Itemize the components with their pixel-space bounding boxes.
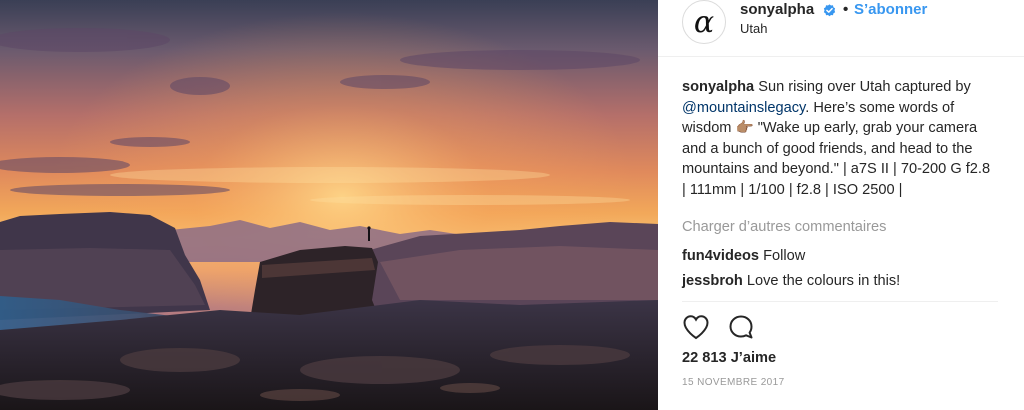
comment-username[interactable]: jessbroh xyxy=(682,273,743,289)
heart-icon[interactable] xyxy=(682,314,710,345)
comment-username[interactable]: fun4videos xyxy=(682,248,759,264)
comment-item: fun4videos Follow xyxy=(682,248,805,264)
verified-badge-icon xyxy=(823,4,836,22)
load-more-comments-button[interactable]: Charger d’autres commentaires xyxy=(682,219,886,235)
follow-button[interactable]: S’abonner xyxy=(854,1,927,18)
sunrise-landscape-image xyxy=(0,0,658,410)
post-caption: sonyalpha Sun rising over Utah captured … xyxy=(682,77,992,200)
caption-text: Sun rising over Utah captured by xyxy=(754,79,971,95)
comment-item: jessbroh Love the colours in this! xyxy=(682,273,900,289)
likes-count[interactable]: 22 813 J’aime xyxy=(682,350,776,366)
avatar[interactable]: α xyxy=(682,0,726,44)
comment-text: Love the colours in this! xyxy=(742,273,901,289)
header-separator: • xyxy=(843,1,849,18)
comment-icon[interactable] xyxy=(728,314,754,345)
comment-text: Follow xyxy=(759,248,806,264)
post-photo[interactable] xyxy=(0,0,658,410)
header-username[interactable]: sonyalpha xyxy=(740,1,814,18)
post-date[interactable]: 15 NOVEMBRE 2017 xyxy=(682,377,785,388)
post-header: α sonyalpha • S’abonner Utah xyxy=(658,0,1024,57)
divider xyxy=(682,301,998,302)
post-sidebar: α sonyalpha • S’abonner Utah sonyalpha S… xyxy=(658,0,1024,410)
caption-username[interactable]: sonyalpha xyxy=(682,79,754,95)
location-link[interactable]: Utah xyxy=(740,21,767,36)
caption-mention-link[interactable]: @mountainslegacy xyxy=(682,100,805,116)
